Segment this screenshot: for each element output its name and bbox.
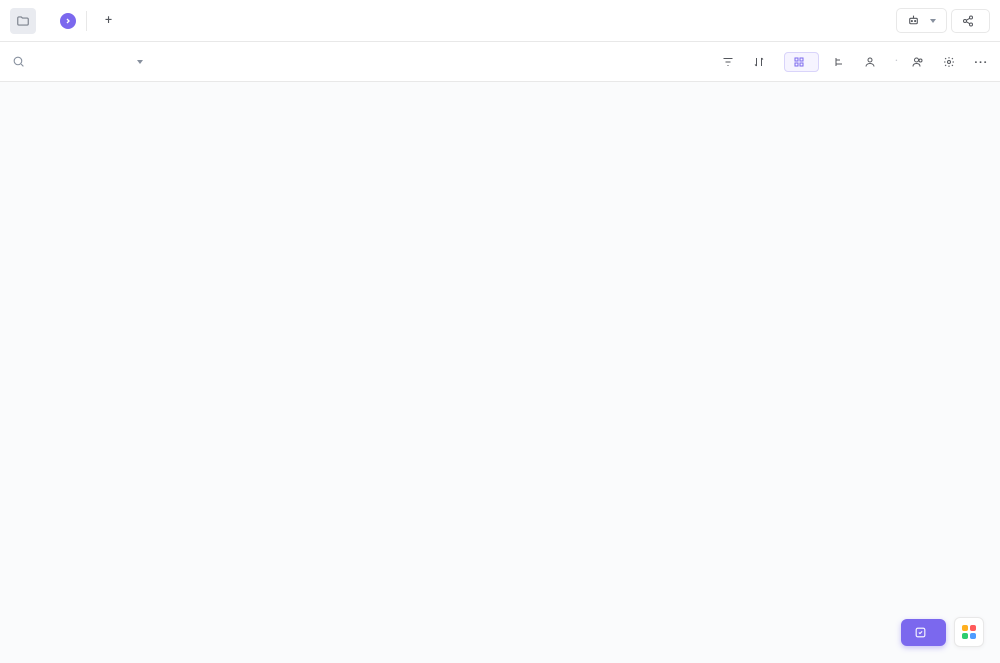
header: + [0, 0, 1000, 42]
robot-icon [907, 14, 920, 27]
apps-icon [962, 625, 976, 639]
overflow-arrow-icon[interactable] [60, 13, 76, 29]
share-icon [962, 15, 974, 27]
person-icon [864, 56, 876, 68]
folder-icon [10, 8, 36, 34]
gear-icon [943, 56, 955, 68]
sort-icon [753, 56, 765, 68]
share-button[interactable] [951, 9, 990, 33]
search-icon [12, 55, 25, 68]
filter-button[interactable] [722, 56, 739, 68]
people-icon [912, 56, 924, 68]
group-icon [793, 56, 805, 68]
new-task-fab[interactable] [901, 619, 946, 646]
apps-fab[interactable] [954, 617, 984, 647]
automate-button[interactable] [896, 8, 947, 33]
add-view-button[interactable]: + [97, 8, 125, 33]
search-input-wrap[interactable] [12, 54, 162, 70]
board [0, 82, 1000, 118]
chevron-down-icon[interactable] [137, 60, 143, 64]
plus-icon: + [105, 13, 112, 28]
sort-button[interactable] [753, 56, 770, 68]
filter-icon [722, 56, 734, 68]
chevron-down-icon [930, 19, 936, 23]
separator-dot: · [895, 54, 898, 69]
search-input[interactable] [31, 54, 131, 70]
group-button[interactable] [784, 52, 819, 72]
subtasks-button[interactable] [833, 56, 850, 68]
more-button[interactable]: ··· [974, 55, 988, 69]
toolbar: · ··· [0, 42, 1000, 82]
divider [86, 11, 87, 31]
subtasks-icon [833, 56, 845, 68]
task-icon [914, 626, 927, 639]
fab [901, 617, 984, 647]
me-button[interactable] [864, 56, 881, 68]
show-button[interactable] [943, 56, 960, 68]
assignees-button[interactable] [912, 56, 929, 68]
